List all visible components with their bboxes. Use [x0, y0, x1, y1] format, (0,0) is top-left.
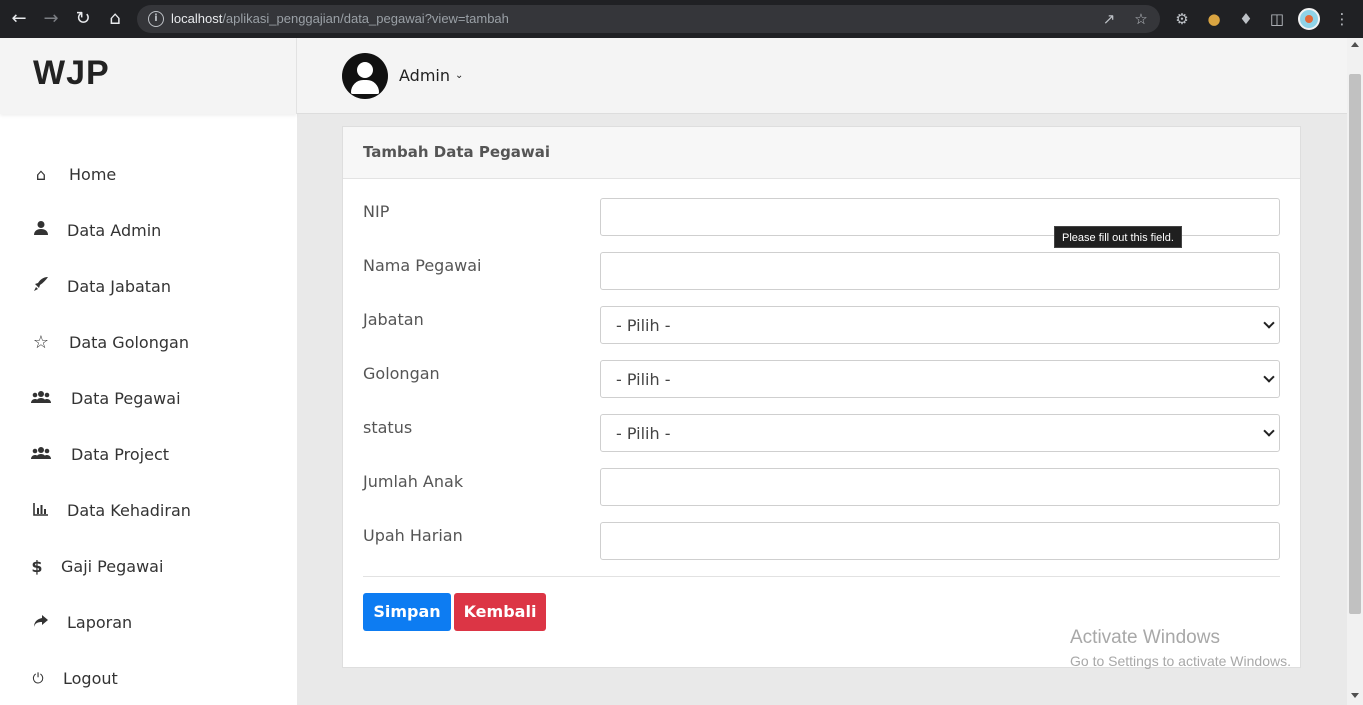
jumlah-anak-label: Jumlah Anak	[363, 472, 464, 491]
sidebar: WJP ⌂ Home Data Admin Data Jabatan ☆ Dat…	[0, 38, 297, 705]
sidebar-item-label: Gaji Pegawai	[61, 557, 164, 576]
sidebar-item-label: Data Pegawai	[71, 389, 181, 408]
extension-gear-icon[interactable]: ⚙	[1172, 9, 1192, 29]
sidebar-item-data-pegawai[interactable]: Data Pegawai	[0, 379, 297, 419]
status-label: status	[363, 418, 413, 437]
extensions-puzzle-icon[interactable]: ♦	[1236, 9, 1256, 29]
sidebar-item-logout[interactable]: ⏻ Logout	[0, 659, 297, 699]
share-icon	[30, 612, 52, 634]
jumlah-anak-input[interactable]	[600, 468, 1280, 506]
form-divider	[363, 576, 1280, 577]
upah-harian-input[interactable]	[600, 522, 1280, 560]
chevron-down-icon	[1263, 317, 1275, 329]
status-select[interactable]: - Pilih -	[600, 414, 1280, 452]
sidebar-item-data-jabatan[interactable]: Data Jabatan	[0, 267, 297, 307]
activation-watermark-subtitle: Go to Settings to activate Windows.	[1070, 653, 1291, 669]
url-path: /aplikasi_penggajian/data_pegawai?view=t…	[222, 11, 509, 26]
scroll-down-arrow-icon[interactable]	[1351, 693, 1359, 698]
users-icon	[30, 444, 52, 466]
sidebar-item-data-admin[interactable]: Data Admin	[0, 211, 297, 251]
rocket-icon	[30, 276, 52, 298]
sidebar-item-label: Data Kehadiran	[67, 501, 191, 520]
profile-avatar[interactable]	[1298, 8, 1320, 30]
power-icon: ⏻	[32, 671, 44, 687]
share-icon[interactable]: ↗	[1099, 9, 1119, 29]
url-host: localhost	[171, 11, 223, 26]
dollar-icon: $	[31, 557, 43, 576]
select-value: - Pilih -	[616, 370, 671, 389]
home-icon[interactable]: ⌂	[104, 8, 126, 30]
sidebar-item-label: Data Admin	[67, 221, 162, 240]
sidebar-item-label: Data Jabatan	[67, 277, 171, 296]
back-arrow-icon[interactable]: ←	[8, 8, 30, 30]
scroll-up-arrow-icon[interactable]	[1351, 42, 1359, 47]
home-icon: ⌂	[35, 165, 47, 184]
sidebar-item-data-golongan[interactable]: ☆ Data Golongan	[0, 323, 297, 363]
browser-toolbar: ← → ↻ ⌂ i localhost/aplikasi_penggajian/…	[0, 0, 1363, 38]
select-value: - Pilih -	[616, 424, 671, 443]
users-icon	[30, 388, 52, 410]
golongan-label: Golongan	[363, 364, 440, 383]
chevron-down-icon	[1263, 371, 1275, 383]
sidebar-item-laporan[interactable]: Laporan	[0, 603, 297, 643]
browser-menu-icon[interactable]: ⋮	[1332, 9, 1352, 29]
jabatan-label: Jabatan	[363, 310, 424, 329]
site-info-icon[interactable]: i	[148, 11, 164, 27]
user-avatar-icon[interactable]	[342, 53, 388, 99]
sidebar-item-label: Logout	[63, 669, 118, 688]
scrollbar-thumb[interactable]	[1349, 74, 1361, 614]
sidebar-item-label: Data Golongan	[69, 333, 189, 352]
card-title: Tambah Data Pegawai	[363, 143, 551, 161]
validation-tooltip: Please fill out this field.	[1054, 226, 1182, 248]
save-button[interactable]: Simpan	[363, 593, 451, 631]
jabatan-select[interactable]: - Pilih -	[600, 306, 1280, 344]
select-value: - Pilih -	[616, 316, 671, 335]
golongan-select[interactable]: - Pilih -	[600, 360, 1280, 398]
sidebar-item-data-kehadiran[interactable]: Data Kehadiran	[0, 491, 297, 531]
page-scrollbar[interactable]	[1347, 38, 1363, 705]
reload-icon[interactable]: ↻	[72, 8, 94, 30]
sidebar-item-home[interactable]: ⌂ Home	[0, 155, 297, 195]
url-text: localhost/aplikasi_penggajian/data_pegaw…	[171, 11, 509, 26]
user-menu-toggle[interactable]: Admin	[399, 66, 450, 85]
sidebar-item-label: Home	[69, 165, 117, 184]
sidebar-item-label: Laporan	[67, 613, 133, 632]
forward-arrow-icon[interactable]: →	[40, 8, 62, 30]
activation-watermark-title: Activate Windows	[1070, 627, 1220, 648]
bar-chart-icon	[30, 500, 52, 522]
bookmark-star-icon[interactable]: ☆	[1131, 9, 1151, 29]
cookie-extension-icon[interactable]: ●	[1204, 9, 1224, 29]
address-bar[interactable]: i localhost/aplikasi_penggajian/data_peg…	[137, 5, 1160, 33]
card-header: Tambah Data Pegawai	[343, 127, 1300, 179]
nama-pegawai-input[interactable]	[600, 252, 1280, 290]
star-icon: ☆	[32, 332, 50, 353]
user-icon	[30, 220, 52, 242]
sidebar-item-label: Data Project	[71, 445, 170, 464]
sidebar-item-gaji-pegawai[interactable]: $ Gaji Pegawai	[0, 547, 297, 587]
brand-logo[interactable]: WJP	[33, 54, 110, 93]
chevron-down-icon	[1263, 425, 1275, 437]
nip-label: NIP	[363, 202, 390, 221]
chevron-down-icon[interactable]: ⌄	[455, 66, 463, 86]
nama-pegawai-label: Nama Pegawai	[363, 256, 482, 275]
add-employee-card: Tambah Data Pegawai NIP Nama Pegawai Jab…	[342, 126, 1301, 668]
back-button[interactable]: Kembali	[454, 593, 546, 631]
sidebar-item-data-project[interactable]: Data Project	[0, 435, 297, 475]
upah-harian-label: Upah Harian	[363, 526, 463, 545]
side-panel-icon[interactable]: ◫	[1267, 9, 1287, 29]
topbar: Admin ⌄	[297, 38, 1347, 114]
brand-header: WJP	[0, 38, 297, 114]
